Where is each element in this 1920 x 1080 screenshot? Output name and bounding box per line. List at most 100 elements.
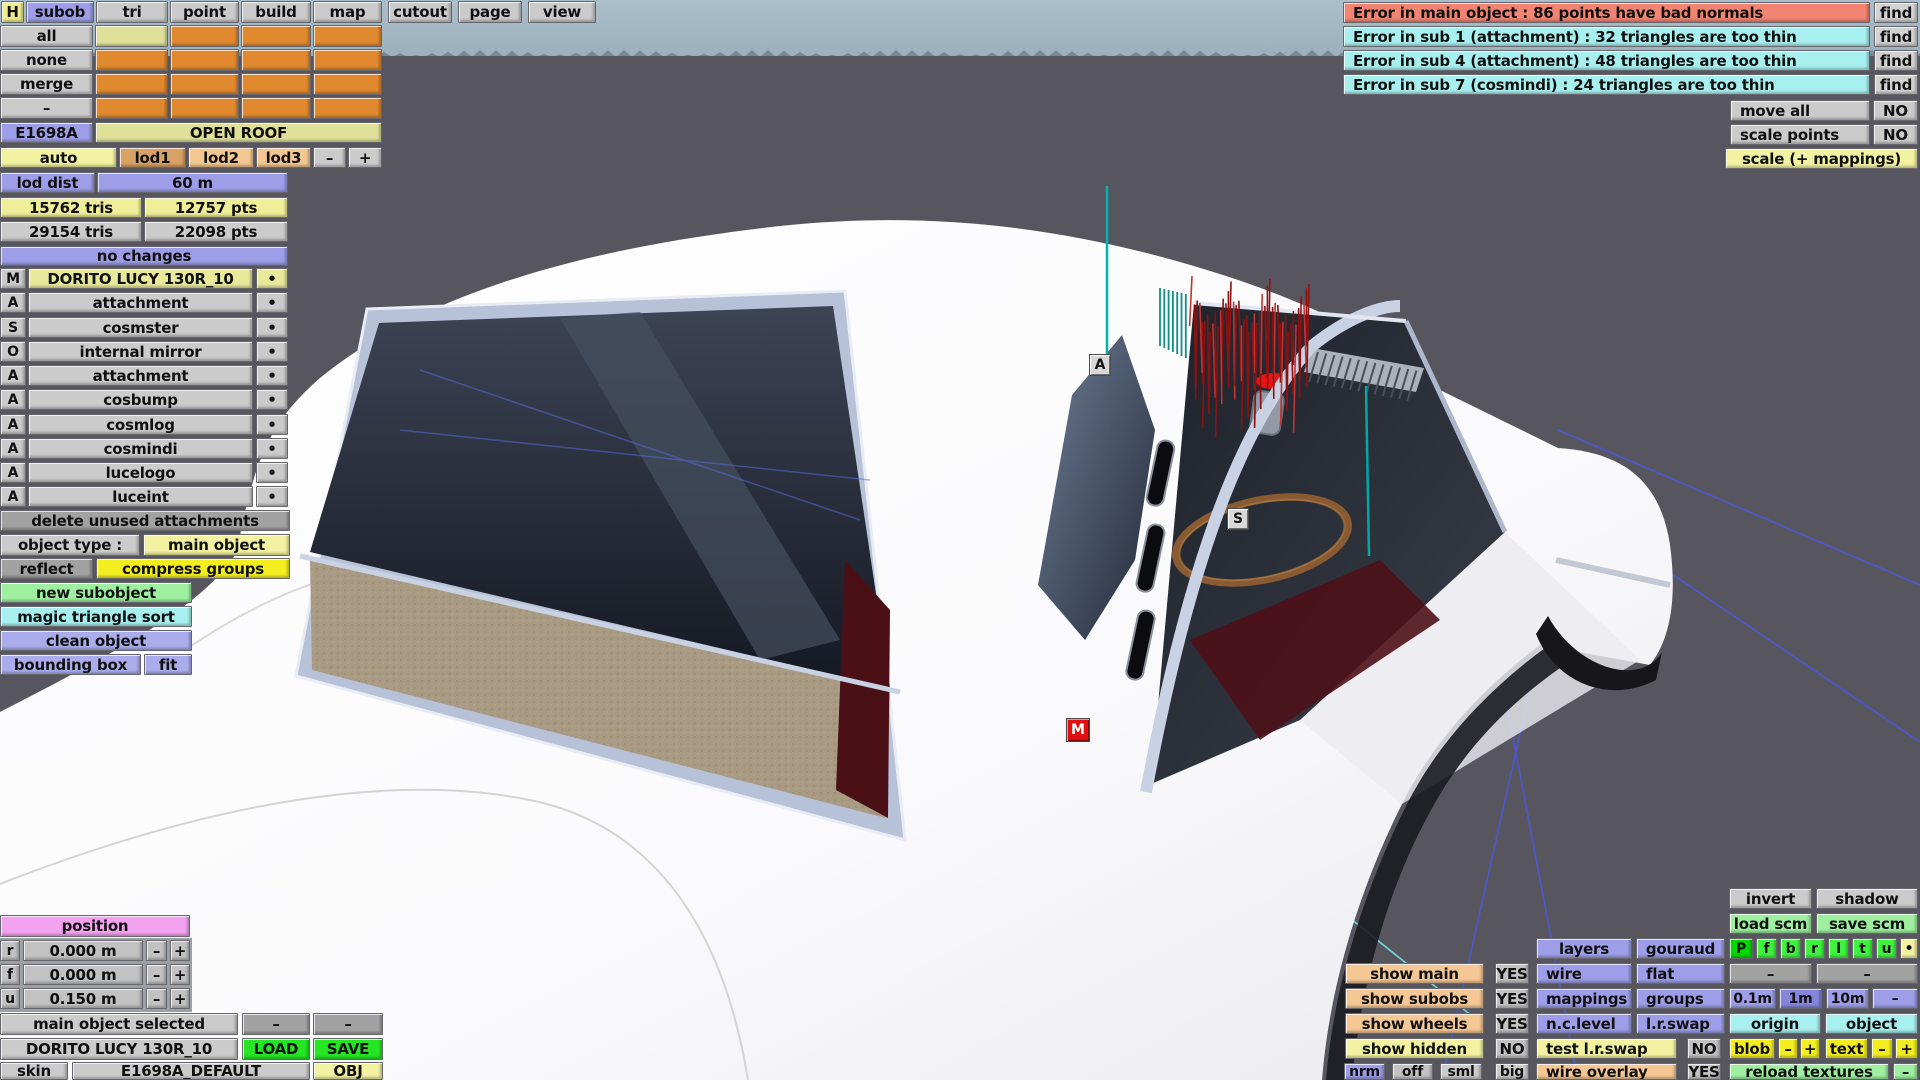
gouraud-button[interactable]: gouraud xyxy=(1636,938,1725,959)
position-r-plus-button[interactable]: + xyxy=(170,940,190,961)
reload-textures-button[interactable]: reload textures xyxy=(1729,1063,1889,1080)
object-type-cell[interactable]: A xyxy=(0,486,26,507)
object-visibility-dot[interactable]: • xyxy=(256,389,288,410)
object-visibility-dot[interactable]: • xyxy=(256,292,288,313)
grid-01m-button[interactable]: 0.1m xyxy=(1729,988,1776,1009)
show-hidden-label[interactable]: show hidden xyxy=(1345,1038,1484,1059)
flag-p-button[interactable]: P xyxy=(1729,938,1753,959)
selection-dash-button[interactable]: – xyxy=(313,1013,383,1035)
menu-item-map[interactable]: map xyxy=(313,1,382,23)
selection-grid-cell[interactable] xyxy=(170,49,239,71)
reload-textures-dash-button[interactable]: – xyxy=(1893,1063,1918,1080)
selection-grid-cell[interactable] xyxy=(241,49,311,71)
merge-button[interactable]: merge xyxy=(0,73,93,95)
menu-item-cutout[interactable]: cutout xyxy=(388,1,452,23)
load-button[interactable]: LOAD xyxy=(242,1038,310,1060)
reflect-button[interactable]: reflect xyxy=(0,558,93,579)
lr-swap-button[interactable]: l.r.swap xyxy=(1636,1013,1725,1034)
flat-button[interactable]: flat xyxy=(1636,963,1725,984)
flag-f-button[interactable]: f xyxy=(1756,938,1777,959)
select-none-button[interactable]: none xyxy=(0,49,93,71)
selection-grid-cell[interactable] xyxy=(170,97,239,119)
menu-item-subob[interactable]: subob xyxy=(26,1,94,23)
selection-dash-button[interactable]: – xyxy=(242,1013,310,1035)
model-code-button[interactable]: E1698A xyxy=(0,122,93,143)
lod-minus-button[interactable]: – xyxy=(313,147,346,168)
object-type-value-button[interactable]: main object xyxy=(143,534,290,556)
object-row[interactable]: cosmindi xyxy=(28,438,253,459)
show-main-label[interactable]: show main xyxy=(1345,963,1484,984)
clean-object-button[interactable]: clean object xyxy=(0,630,192,651)
object-type-cell[interactable]: A xyxy=(0,414,26,435)
selection-grid-cell[interactable] xyxy=(95,49,168,71)
object-row[interactable]: luceint xyxy=(28,486,253,507)
marker-attachment[interactable]: A xyxy=(1089,354,1111,376)
view-dash-button[interactable]: – xyxy=(1729,963,1812,984)
selection-grid-cell[interactable] xyxy=(241,73,311,95)
flag-u-button[interactable]: u xyxy=(1876,938,1897,959)
selection-grid-cell[interactable] xyxy=(95,25,168,47)
grid-dash-button[interactable]: – xyxy=(1872,988,1918,1009)
error-find-button[interactable]: find xyxy=(1874,50,1918,71)
object-row[interactable]: lucelogo xyxy=(28,462,253,483)
lod1-button[interactable]: lod1 xyxy=(119,147,186,168)
menu-item-point[interactable]: point xyxy=(170,1,239,23)
lod-plus-button[interactable]: + xyxy=(348,147,382,168)
nrm-big-button[interactable]: big xyxy=(1495,1063,1529,1080)
text-plus-button[interactable]: + xyxy=(1895,1038,1918,1059)
new-subobject-button[interactable]: new subobject xyxy=(0,582,192,603)
blob-button[interactable]: blob xyxy=(1729,1038,1775,1059)
position-r-minus-button[interactable]: – xyxy=(146,940,167,961)
error-find-button[interactable]: find xyxy=(1874,26,1918,47)
object-type-cell[interactable]: A xyxy=(0,292,26,313)
object-row[interactable]: attachment xyxy=(28,365,253,386)
show-main-toggle[interactable]: YES xyxy=(1495,963,1529,984)
save-button[interactable]: SAVE xyxy=(313,1038,383,1060)
shadow-button[interactable]: shadow xyxy=(1816,888,1918,909)
nrm-off-button[interactable]: off xyxy=(1392,1063,1433,1080)
wire-overlay-toggle[interactable]: YES xyxy=(1687,1063,1721,1080)
bounding-box-fit-button[interactable]: fit xyxy=(144,654,192,675)
flag-t-button[interactable]: t xyxy=(1852,938,1873,959)
object-row[interactable]: cosmster xyxy=(28,317,253,338)
selection-grid-cell[interactable] xyxy=(170,25,239,47)
object-visibility-dot[interactable]: • xyxy=(256,462,288,483)
test-lr-swap-toggle[interactable]: NO xyxy=(1687,1038,1721,1059)
position-f-minus-button[interactable]: – xyxy=(146,964,167,985)
blob-plus-button[interactable]: + xyxy=(1800,1038,1820,1059)
marker-main-object[interactable]: M xyxy=(1066,718,1090,742)
show-subobs-toggle[interactable]: YES xyxy=(1495,988,1529,1009)
show-wheels-label[interactable]: show wheels xyxy=(1345,1013,1484,1034)
object-button[interactable]: object xyxy=(1825,1013,1918,1034)
object-row[interactable]: cosmlog xyxy=(28,414,253,435)
object-type-cell[interactable]: A xyxy=(0,389,26,410)
error-find-button[interactable]: find xyxy=(1874,74,1918,95)
magic-triangle-sort-button[interactable]: magic triangle sort xyxy=(0,606,192,627)
lod2-button[interactable]: lod2 xyxy=(188,147,254,168)
position-value-f[interactable]: 0.000 m xyxy=(23,964,143,985)
flag-l-button[interactable]: l xyxy=(1828,938,1849,959)
object-type-cell[interactable]: S xyxy=(0,317,26,338)
text-button[interactable]: text xyxy=(1825,1038,1868,1059)
object-visibility-dot[interactable]: • xyxy=(256,341,288,362)
lod-auto-button[interactable]: auto xyxy=(0,147,117,168)
show-wheels-toggle[interactable]: YES xyxy=(1495,1013,1529,1034)
test-lr-swap-button[interactable]: test l.r.swap xyxy=(1536,1038,1677,1059)
flag-b-button[interactable]: b xyxy=(1780,938,1801,959)
object-row[interactable]: attachment xyxy=(28,292,253,313)
position-f-plus-button[interactable]: + xyxy=(170,964,190,985)
grid-10m-button[interactable]: 10m xyxy=(1826,988,1869,1009)
obj-export-button[interactable]: OBJ xyxy=(313,1062,383,1080)
blob-minus-button[interactable]: – xyxy=(1778,1038,1798,1059)
selection-grid-cell[interactable] xyxy=(170,73,239,95)
grid-1m-button[interactable]: 1m xyxy=(1779,988,1822,1009)
object-visibility-dot[interactable]: • xyxy=(256,317,288,338)
menu-item-tri[interactable]: tri xyxy=(96,1,168,23)
lod-dist-value[interactable]: 60 m xyxy=(97,172,288,193)
menu-item-view[interactable]: view xyxy=(528,1,596,23)
position-u-plus-button[interactable]: + xyxy=(170,988,190,1009)
object-type-cell[interactable]: A xyxy=(0,438,26,459)
compress-groups-button[interactable]: compress groups xyxy=(96,558,290,579)
object-type-cell[interactable]: M xyxy=(0,268,26,289)
mappings-button[interactable]: mappings xyxy=(1536,988,1632,1009)
